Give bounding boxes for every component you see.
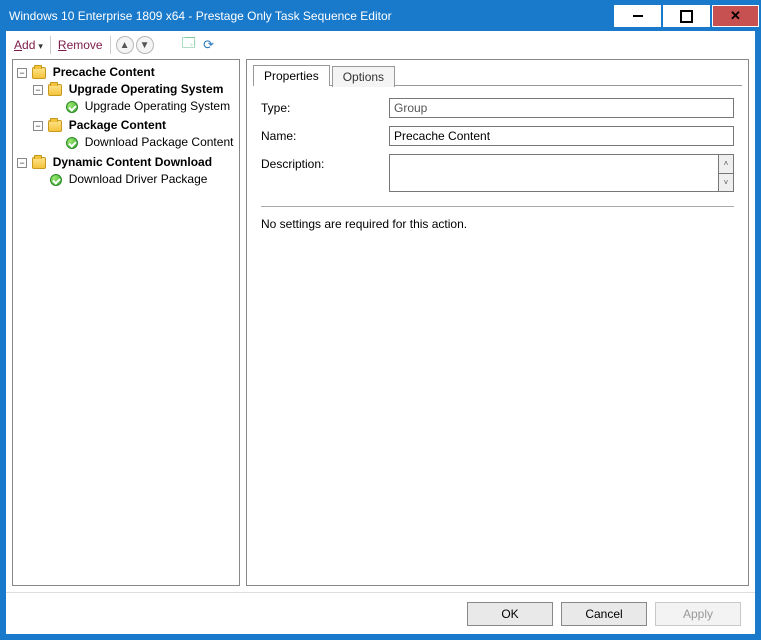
properties-panel: Properties Options Type: Name: Descripti…: [246, 59, 749, 586]
cancel-button[interactable]: Cancel: [561, 602, 647, 626]
content: Precache Content Upgrade Operating Syste…: [6, 59, 755, 592]
tree-label: Download Driver Package: [69, 172, 208, 186]
type-field: [389, 98, 734, 118]
toolbar-separator: [110, 36, 111, 54]
tree-label: Upgrade Operating System: [69, 82, 224, 96]
type-label: Type:: [261, 98, 389, 115]
ok-button[interactable]: OK: [467, 602, 553, 626]
description-label: Description:: [261, 154, 389, 171]
tree-step[interactable]: Download Package Content: [49, 133, 237, 151]
window-title: Windows 10 Enterprise 1809 x64 - Prestag…: [1, 9, 392, 23]
tree-group[interactable]: Precache Content Upgrade Operating Syste…: [17, 63, 237, 153]
check-icon: [66, 137, 78, 149]
window-buttons: [613, 1, 760, 31]
check-icon: [50, 174, 62, 186]
divider: [261, 206, 734, 207]
collapse-icon[interactable]: [17, 158, 27, 168]
tab-properties[interactable]: Properties: [253, 65, 330, 86]
maximize-button[interactable]: [664, 6, 709, 26]
task-tree[interactable]: Precache Content Upgrade Operating Syste…: [12, 59, 240, 586]
tree-label: Package Content: [69, 118, 166, 132]
folder-icon: [32, 67, 46, 79]
chevron-up-icon[interactable]: ˄: [718, 154, 734, 173]
folder-icon: [32, 157, 46, 169]
dialog-footer: OK Cancel Apply: [6, 592, 755, 634]
tree-group[interactable]: Package Content Download Package Content: [33, 116, 237, 152]
window: Windows 10 Enterprise 1809 x64 - Prestag…: [0, 0, 761, 640]
toolbar-separator: [50, 36, 51, 54]
close-button[interactable]: [713, 6, 758, 26]
collapse-icon[interactable]: [33, 85, 43, 95]
tab-strip: Properties Options: [247, 60, 748, 85]
name-field[interactable]: [389, 126, 734, 146]
apply-button[interactable]: Apply: [655, 602, 741, 626]
tree-label: Precache Content: [53, 65, 155, 79]
tree-step[interactable]: Download Driver Package: [33, 170, 237, 188]
toolbar: Add Remove ▲ ▼ 🗔 ⟳: [6, 31, 755, 59]
tree-step[interactable]: Upgrade Operating System: [49, 97, 237, 115]
folder-icon: [48, 120, 62, 132]
refresh-icon[interactable]: ⟳: [200, 36, 218, 54]
minimize-button[interactable]: [615, 6, 660, 26]
folder-icon: [48, 84, 62, 96]
name-label: Name:: [261, 126, 389, 143]
properties-icon[interactable]: 🗔: [180, 36, 198, 54]
tab-options[interactable]: Options: [332, 66, 395, 87]
tree-group[interactable]: Upgrade Operating System Upgrade Operati…: [33, 80, 237, 116]
move-up-icon[interactable]: ▲: [116, 36, 134, 54]
description-scroll[interactable]: ˄ ˅: [718, 154, 734, 192]
collapse-icon[interactable]: [33, 121, 43, 131]
titlebar: Windows 10 Enterprise 1809 x64 - Prestag…: [1, 1, 760, 31]
chevron-down-icon[interactable]: ˅: [718, 173, 734, 193]
tree-label: Upgrade Operating System: [85, 99, 230, 113]
tree-group[interactable]: Dynamic Content Download Download Driver…: [17, 153, 237, 189]
add-menu[interactable]: Add: [12, 36, 45, 54]
tree-label: Dynamic Content Download: [53, 155, 212, 169]
tree-label: Download Package Content: [85, 135, 234, 149]
description-field[interactable]: [389, 154, 718, 192]
check-icon: [66, 101, 78, 113]
settings-note: No settings are required for this action…: [261, 217, 734, 231]
window-body: Add Remove ▲ ▼ 🗔 ⟳ Precache Content: [1, 31, 760, 639]
tab-body: Type: Name: Description: ˄ ˅: [253, 85, 742, 579]
move-down-icon[interactable]: ▼: [136, 36, 154, 54]
collapse-icon[interactable]: [17, 68, 27, 78]
remove-button[interactable]: Remove: [56, 36, 105, 54]
